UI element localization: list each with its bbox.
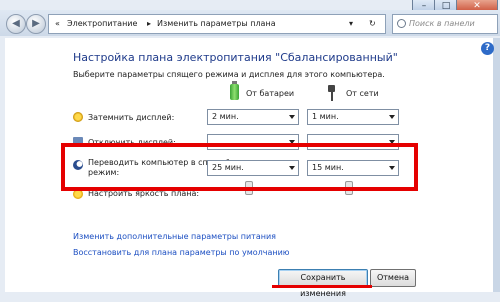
restore-defaults-link[interactable]: Восстановить для плана параметры по умол… xyxy=(73,248,290,257)
search-input[interactable]: Поиск в панели управлен xyxy=(392,14,498,46)
column-ac: От сети xyxy=(346,89,379,98)
highlight-frame xyxy=(61,143,418,191)
breadcrumb-edit-plan[interactable]: Изменить параметры плана xyxy=(157,15,276,33)
address-dropdown-icon[interactable]: ▾ xyxy=(349,15,353,33)
dim-display-ac-value: 1 мин. xyxy=(312,112,339,121)
highlight-underline xyxy=(272,285,372,288)
dim-display-label: Затемнить дисплей: xyxy=(88,113,175,122)
search-icon xyxy=(397,19,406,28)
refresh-icon[interactable]: ↻ xyxy=(369,15,376,33)
advanced-settings-link[interactable]: Изменить дополнительные параметры питани… xyxy=(73,232,276,241)
page-subtitle: Выберите параметры спящего режима и дисп… xyxy=(73,70,385,79)
plug-icon xyxy=(326,85,336,101)
chevron-down-icon xyxy=(289,115,295,119)
dim-display-battery-select[interactable]: 2 мин. xyxy=(207,109,299,125)
cancel-button[interactable]: Отмена xyxy=(370,269,416,287)
breadcrumb-separator: ▸ xyxy=(147,19,152,28)
breadcrumb-power-options[interactable]: Электропитание xyxy=(67,15,137,33)
chevron-down-icon xyxy=(389,115,395,119)
column-battery: От батареи xyxy=(246,89,295,98)
help-icon[interactable]: ? xyxy=(481,42,494,55)
window-frame xyxy=(493,38,500,292)
forward-button[interactable]: ▶ xyxy=(26,14,46,34)
dim-display-battery-value: 2 мин. xyxy=(212,112,239,121)
breadcrumb[interactable]: « Электропитание ▸ Изменить параметры пл… xyxy=(48,14,386,34)
breadcrumb-overflow[interactable]: « xyxy=(55,15,60,33)
back-button[interactable]: ◀ xyxy=(6,14,26,34)
dim-display-ac-select[interactable]: 1 мин. xyxy=(307,109,399,125)
dim-display-icon xyxy=(73,112,83,122)
battery-icon xyxy=(230,81,239,100)
address-bar: ◀ ▶ « Электропитание ▸ Изменить параметр… xyxy=(0,10,500,46)
page-title: Настройка плана электропитания "Сбаланси… xyxy=(73,51,398,64)
